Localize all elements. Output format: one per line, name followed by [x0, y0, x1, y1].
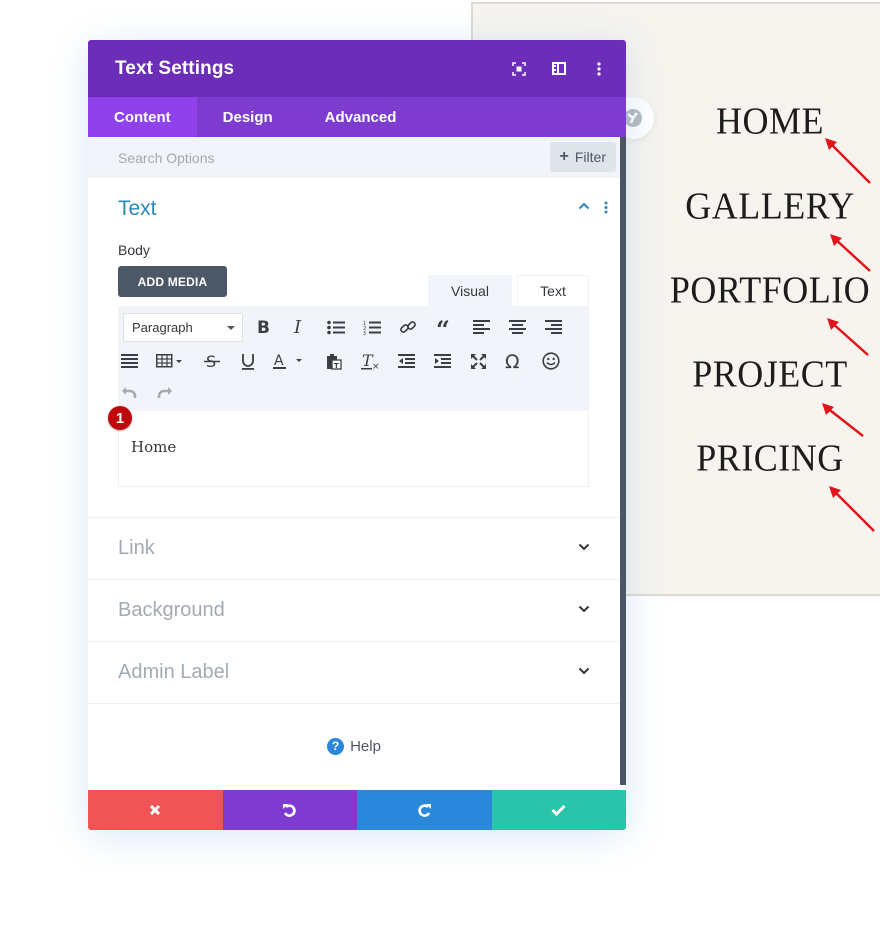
undo-icon[interactable]	[116, 379, 142, 405]
close-icon	[150, 804, 161, 816]
indent-icon[interactable]	[429, 348, 455, 374]
help-row: ? Help	[88, 704, 620, 788]
menu-item-pricing[interactable]: PRICING	[696, 436, 844, 480]
numbered-list-icon[interactable]: 123	[359, 314, 385, 340]
svg-text:I: I	[293, 319, 302, 335]
chevron-down-icon[interactable]	[578, 667, 590, 675]
svg-text:×: ×	[372, 362, 379, 370]
dropdown-caret-icon	[227, 326, 235, 330]
align-left-icon[interactable]	[468, 314, 494, 340]
fullscreen-icon[interactable]	[465, 348, 491, 374]
clear-formatting-icon[interactable]: T ×	[357, 348, 383, 374]
svg-text:Ω: Ω	[505, 352, 520, 370]
blockquote-icon[interactable]: “	[432, 314, 458, 340]
bulleted-list-icon[interactable]	[323, 314, 349, 340]
annotation-badge: 1	[108, 406, 132, 430]
redo-icon[interactable]	[152, 379, 178, 405]
svg-text:T: T	[334, 362, 339, 370]
annotation-arrow-icon	[827, 318, 869, 356]
section-title-background: Background	[118, 599, 225, 621]
split-view-icon[interactable]	[550, 60, 568, 78]
section-title-text[interactable]: Text	[118, 197, 157, 221]
text-color-icon[interactable]: A	[270, 348, 308, 374]
body-content-editor[interactable]: Home	[118, 411, 589, 487]
search-options-input[interactable]	[118, 149, 498, 166]
menu-item-home[interactable]: HOME	[716, 99, 824, 143]
redo-button[interactable]	[357, 790, 492, 830]
annotation-arrow-icon	[830, 234, 871, 272]
check-icon	[551, 804, 566, 816]
chevron-down-icon[interactable]	[578, 543, 590, 551]
scrollbar[interactable]	[620, 137, 626, 785]
undo-icon	[283, 803, 296, 817]
outdent-icon[interactable]	[393, 348, 419, 374]
tab-content[interactable]: Content	[88, 97, 197, 137]
italic-icon[interactable]: I	[286, 314, 312, 340]
annotation-arrow-icon	[825, 138, 871, 184]
editor-toolbar: Paragraph B I 123 “ S A T	[118, 306, 589, 411]
chevron-down-icon[interactable]	[578, 605, 590, 613]
align-right-icon[interactable]	[540, 314, 566, 340]
bold-icon[interactable]: B	[250, 314, 276, 340]
editor-tab-visual[interactable]: Visual	[428, 275, 512, 306]
text-settings-modal: Text Settings Content Design Advanced + …	[88, 40, 626, 830]
undo-button[interactable]	[222, 790, 357, 830]
justify-icon[interactable]	[116, 348, 142, 374]
paste-as-text-icon[interactable]: T	[321, 348, 347, 374]
search-bar: + Filter	[88, 137, 620, 178]
align-center-icon[interactable]	[504, 314, 530, 340]
emoticons-icon[interactable]	[538, 348, 564, 374]
section-title-link: Link	[118, 537, 155, 559]
link-icon[interactable]	[395, 314, 421, 340]
help-icon[interactable]: ?	[327, 737, 345, 755]
section-text: Text Body ADD MEDIA Visual Text Paragrap…	[88, 178, 620, 518]
modal-body: Text Body ADD MEDIA Visual Text Paragrap…	[88, 178, 620, 788]
section-options-icon[interactable]	[604, 201, 608, 214]
svg-text:“: “	[436, 320, 450, 334]
strikethrough-icon[interactable]: S	[199, 348, 225, 374]
editor-tab-text[interactable]: Text	[517, 275, 589, 306]
svg-text:3: 3	[363, 331, 366, 335]
tab-advanced[interactable]: Advanced	[299, 97, 423, 137]
section-admin-label[interactable]: Admin Label	[88, 642, 620, 704]
format-select-value: Paragraph	[132, 320, 193, 335]
underline-icon[interactable]	[235, 348, 261, 374]
svg-text:B: B	[257, 319, 270, 335]
move-icon	[624, 109, 642, 127]
more-options-icon[interactable]	[590, 60, 608, 78]
modal-footer	[88, 790, 626, 830]
annotation-arrow-icon	[829, 486, 875, 532]
discard-button[interactable]	[88, 790, 223, 830]
table-icon[interactable]	[154, 348, 188, 374]
format-select[interactable]: Paragraph	[123, 313, 243, 342]
section-background[interactable]: Background	[88, 580, 620, 642]
tab-design[interactable]: Design	[197, 97, 299, 137]
menu-item-gallery[interactable]: GALLERY	[685, 184, 855, 228]
body-label: Body	[118, 242, 150, 258]
chevron-up-icon[interactable]	[578, 202, 590, 210]
modal-tabs: Content Design Advanced	[88, 97, 626, 137]
redo-icon	[418, 803, 431, 817]
modal-header: Text Settings	[88, 40, 626, 97]
save-button[interactable]	[491, 790, 626, 830]
modal-title: Text Settings	[115, 57, 235, 79]
svg-text:A: A	[274, 353, 284, 369]
section-link[interactable]: Link	[88, 518, 620, 580]
focus-mode-icon[interactable]	[510, 60, 528, 78]
special-character-icon[interactable]: Ω	[501, 348, 527, 374]
plus-icon: +	[559, 148, 569, 165]
annotation-arrow-icon	[822, 403, 864, 437]
help-link[interactable]: Help	[350, 738, 381, 755]
section-title-admin-label: Admin Label	[118, 661, 230, 683]
filter-button[interactable]: + Filter	[549, 142, 616, 172]
filter-label: Filter	[574, 149, 606, 165]
add-media-button[interactable]: ADD MEDIA	[118, 266, 227, 297]
